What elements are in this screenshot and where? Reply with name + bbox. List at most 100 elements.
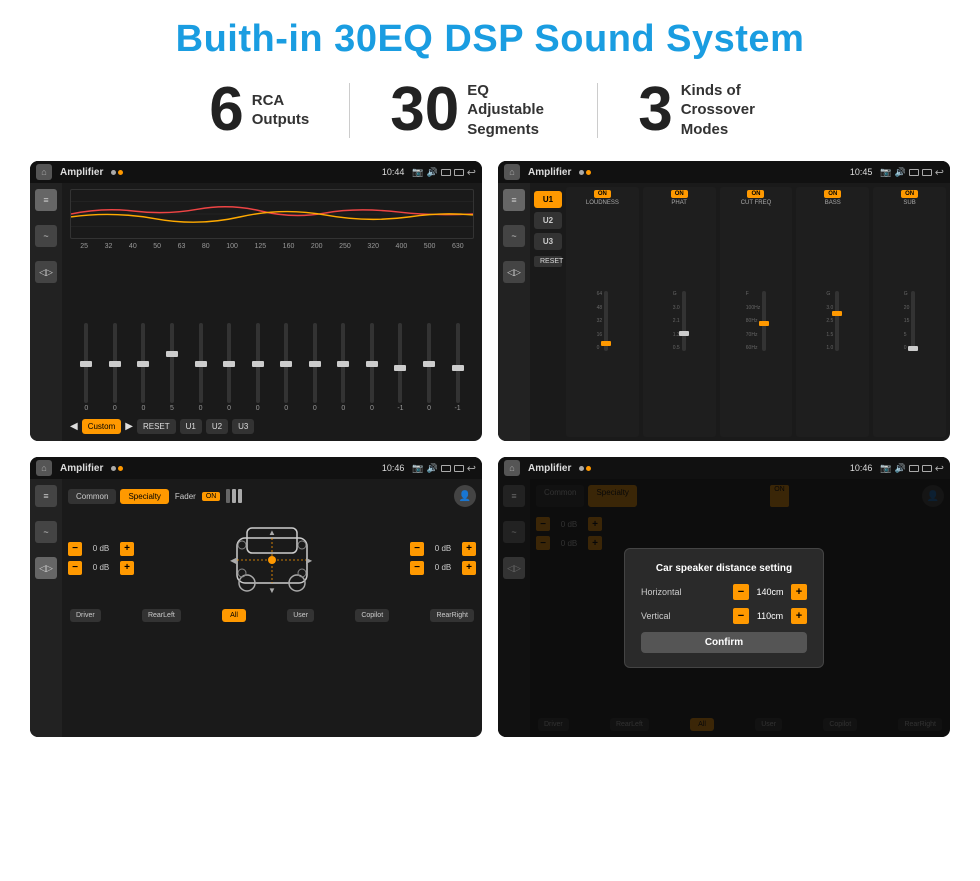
home-icon-4[interactable]: ⌂: [504, 460, 520, 476]
stat-rca: 6 RCAOutputs: [169, 79, 349, 141]
db-minus-3[interactable]: −: [410, 561, 424, 575]
tab-common[interactable]: Common: [68, 489, 116, 504]
slider-track-3[interactable]: [170, 323, 174, 403]
cross-sidebar-spk[interactable]: ◁▷: [35, 557, 57, 579]
slider-track-10[interactable]: [370, 323, 374, 403]
slider-track-6[interactable]: [256, 323, 260, 403]
amp-sidebar-wave[interactable]: ~: [503, 225, 525, 247]
driver-btn[interactable]: Driver: [70, 609, 101, 622]
u1-button[interactable]: U1: [534, 191, 562, 208]
back-icon-3[interactable]: ↩: [467, 462, 476, 475]
back-icon-2[interactable]: ↩: [935, 166, 944, 179]
eq-custom-btn[interactable]: Custom: [82, 419, 122, 434]
eq-next-btn[interactable]: ▶: [125, 421, 133, 432]
eq-reset-btn[interactable]: RESET: [137, 419, 176, 434]
cutfreq-toggle[interactable]: ON: [747, 190, 764, 198]
eq-u1-btn[interactable]: U1: [180, 419, 202, 434]
profile-button[interactable]: 👤: [454, 485, 476, 507]
vertical-minus-btn[interactable]: −: [733, 608, 749, 624]
rearleft-btn[interactable]: RearLeft: [142, 609, 181, 622]
status-dots-2: [579, 170, 591, 175]
ch-loudness: ON LOUDNESS 64 48 32 16 0: [566, 187, 639, 437]
eq-freq-50: 50: [153, 243, 161, 250]
eq-u2-btn[interactable]: U2: [206, 419, 228, 434]
status-dots-4: [579, 466, 591, 471]
db-plus-0[interactable]: +: [120, 542, 134, 556]
db-plus-3[interactable]: +: [462, 561, 476, 575]
eq-slider-6: 0: [250, 323, 266, 412]
copilot-btn[interactable]: Copilot: [355, 609, 389, 622]
slider-track-4[interactable]: [199, 323, 203, 403]
sidebar-eq-icon[interactable]: ≡: [35, 189, 57, 211]
phat-vslider[interactable]: [682, 291, 686, 351]
box-icon-4: [922, 169, 932, 176]
sidebar-wave-icon[interactable]: ~: [35, 225, 57, 247]
db-plus-2[interactable]: +: [462, 542, 476, 556]
db-value-3: 0 dB: [428, 563, 458, 572]
rearright-btn[interactable]: RearRight: [430, 609, 474, 622]
amp-sidebar-eq[interactable]: ≡: [503, 189, 525, 211]
fader-toggle[interactable]: ON: [202, 492, 221, 501]
reset-button[interactable]: RESET: [534, 256, 562, 267]
box-icon-7: [909, 465, 919, 472]
slider-track-13[interactable]: [456, 323, 460, 403]
db-minus-2[interactable]: −: [410, 542, 424, 556]
status-bar-1: ⌂ Amplifier 10:44 📷 🔊 ↩: [30, 161, 482, 183]
slider-val-4: 0: [199, 405, 203, 412]
slider-track-0[interactable]: [84, 323, 88, 403]
eq-freq-100: 100: [226, 243, 238, 250]
phat-toggle[interactable]: ON: [671, 190, 688, 198]
screen1-body: ≡ ~ ◁▷: [30, 183, 482, 441]
db-minus-0[interactable]: −: [68, 542, 82, 556]
slider-track-2[interactable]: [141, 323, 145, 403]
loudness-toggle[interactable]: ON: [594, 190, 611, 198]
bass-vslider[interactable]: [835, 291, 839, 351]
all-btn[interactable]: All: [222, 609, 246, 622]
db-plus-1[interactable]: +: [120, 561, 134, 575]
amp-sidebar-spk[interactable]: ◁▷: [503, 261, 525, 283]
home-icon-2[interactable]: ⌂: [504, 164, 520, 180]
eq-slider-9: 0: [335, 323, 351, 412]
user-btn[interactable]: User: [287, 609, 314, 622]
cross-sidebar-wave[interactable]: ~: [35, 521, 57, 543]
db-group-right: − 0 dB + − 0 dB +: [410, 542, 476, 575]
amp-sidebar: ≡ ~ ◁▷: [498, 183, 530, 441]
sub-toggle[interactable]: ON: [901, 190, 918, 198]
cutfreq-vslider[interactable]: [762, 291, 766, 351]
loudness-vslider[interactable]: [604, 291, 608, 351]
vertical-plus-btn[interactable]: +: [791, 608, 807, 624]
horizontal-minus-btn[interactable]: −: [733, 584, 749, 600]
cross-sidebar-eq[interactable]: ≡: [35, 485, 57, 507]
back-icon-4[interactable]: ↩: [935, 462, 944, 475]
slider-track-9[interactable]: [341, 323, 345, 403]
slider-track-1[interactable]: [113, 323, 117, 403]
sidebar-speaker-icon[interactable]: ◁▷: [35, 261, 57, 283]
slider-track-7[interactable]: [284, 323, 288, 403]
slider-track-8[interactable]: [313, 323, 317, 403]
u2-button[interactable]: U2: [534, 212, 562, 229]
tab-specialty[interactable]: Specialty: [120, 489, 168, 504]
slider-track-12[interactable]: [427, 323, 431, 403]
cross-sidebar: ≡ ~ ◁▷: [30, 479, 62, 737]
amp-channels: ON LOUDNESS 64 48 32 16 0: [566, 187, 946, 437]
home-icon-1[interactable]: ⌂: [36, 164, 52, 180]
dialog-vertical-label: Vertical: [641, 611, 671, 621]
slider-track-5[interactable]: [227, 323, 231, 403]
eq-u3-btn[interactable]: U3: [232, 419, 254, 434]
horizontal-plus-btn[interactable]: +: [791, 584, 807, 600]
time-1: 10:44: [382, 167, 405, 177]
fader-bar-1: [226, 489, 230, 503]
app-title-4: Amplifier: [528, 463, 571, 474]
cutfreq-nums: F 100Hz 80Hz 70Hz 60Hz: [746, 291, 760, 351]
home-icon-3[interactable]: ⌂: [36, 460, 52, 476]
back-icon-1[interactable]: ↩: [467, 166, 476, 179]
u3-button[interactable]: U3: [534, 233, 562, 250]
eq-prev-btn[interactable]: ◀: [70, 421, 78, 432]
confirm-button[interactable]: Confirm: [641, 632, 807, 653]
db-minus-1[interactable]: −: [68, 561, 82, 575]
db-row-3: − 0 dB +: [410, 561, 476, 575]
bass-toggle[interactable]: ON: [824, 190, 841, 198]
camera-icon-3: 📷: [412, 463, 423, 474]
slider-track-11[interactable]: [398, 323, 402, 403]
sub-vslider[interactable]: [911, 291, 915, 351]
